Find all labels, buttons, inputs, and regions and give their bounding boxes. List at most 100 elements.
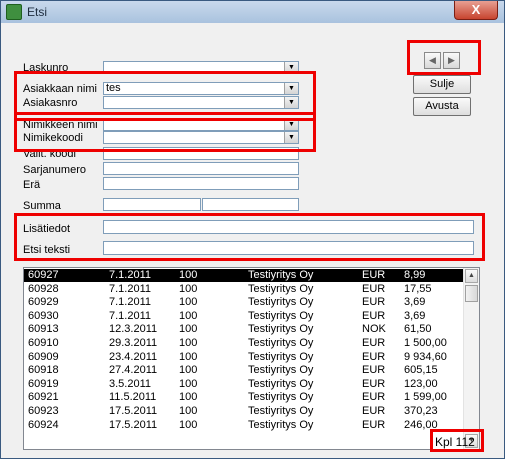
table-cell: 60928 [28,282,59,295]
table-row[interactable]: 60921 11.5.2011 100 Testiyritys Oy EUR 1 599,… [24,391,465,404]
table-cell: EUR [362,269,386,281]
results-list[interactable]: 60924 17.5.2011 100 Testiyritys Oy EUR 246,00… [23,267,480,450]
summa-from-input[interactable] [103,198,201,211]
table-cell: Testiyritys Oy [248,323,314,336]
table-row[interactable]: 60927 7.1.2011 100 Testiyritys Oy EUR 8,99 [24,269,465,282]
table-cell: 60929 [28,296,59,309]
table-cell: 17,55 [404,282,432,295]
table-cell: 23.4.2011 [109,350,158,363]
table-cell: Testiyritys Oy [248,418,314,431]
table-cell: 7.1.2011 [109,282,152,295]
table-cell: Testiyritys Oy [248,391,314,404]
table-cell: 1 599,00 [404,391,447,404]
table-cell: 100 [179,391,198,404]
table-cell: EUR [362,309,386,322]
table-cell: EUR [362,391,386,404]
table-cell: 27.4.2011 [109,364,158,377]
table-row[interactable]: 60929 7.1.2011 100 Testiyritys Oy EUR 3,69 [24,296,465,309]
table-cell: 3,69 [404,309,426,322]
table-cell: EUR [362,282,386,295]
table-cell: 11.5.2011 [109,391,157,404]
dialog-body: Laskunro ▼ Asiakkaan nimi tes ▼ Asiakasnr… [6,25,499,455]
avusta-button[interactable]: Avusta [413,97,471,116]
table-cell: EUR [362,350,386,363]
table-cell: 60930 [28,309,59,322]
table-cell: Testiyritys Oy [248,350,314,363]
table-cell: Testiyritys Oy [248,309,314,322]
table-cell: 17.5.2011 [109,405,158,417]
vertical-scrollbar[interactable]: ▲ ▼ [463,268,479,449]
era-label: Erä [23,179,41,191]
table-cell: EUR [362,405,386,417]
scroll-thumb[interactable] [465,285,478,302]
highlight-nav-buttons [407,40,481,75]
scroll-up-icon[interactable]: ▲ [465,269,478,283]
table-cell: 29.3.2011 [109,337,158,349]
table-cell: 100 [179,309,198,322]
table-row[interactable]: 60923 17.5.2011 100 Testiyritys Oy EUR 370,23 [24,405,465,418]
close-button[interactable]: X [454,1,498,20]
table-cell: 60910 [28,337,59,349]
table-cell: Testiyritys Oy [248,337,314,349]
table-row[interactable]: 60913 12.3.2011 100 Testiyritys Oy NOK 61,50 [24,323,465,336]
table-cell: 100 [179,296,198,309]
table-cell: EUR [362,377,386,390]
table-cell: 100 [179,282,198,295]
table-row[interactable]: 60930 7.1.2011 100 Testiyritys Oy EUR 3,69 [24,310,465,323]
table-cell: 60909 [28,350,59,363]
table-cell: 17.5.2011 [109,418,158,431]
app-icon [6,4,22,20]
table-cell: 100 [179,337,198,349]
table-row[interactable]: 60918 27.4.2011 100 Testiyritys Oy EUR 605,15 [24,364,465,377]
table-cell: Testiyritys Oy [248,377,314,390]
table-cell: 100 [179,405,198,417]
table-cell: 60918 [28,364,59,377]
table-row[interactable]: 60909 23.4.2011 100 Testiyritys Oy EUR 9 934,… [24,351,465,364]
table-cell: 7.1.2011 [109,269,152,281]
table-cell: 100 [179,418,198,431]
table-cell: 7.1.2011 [109,296,152,309]
table-cell: 61,50 [404,323,432,336]
table-cell: 370,23 [404,405,438,417]
table-cell: EUR [362,337,386,349]
table-cell: 60919 [28,377,59,390]
table-cell: 3,69 [404,296,426,309]
title-bar[interactable]: Etsi X [1,1,504,23]
table-cell: EUR [362,364,386,377]
table-cell: 100 [179,364,198,377]
table-cell: 9 934,60 [404,350,447,363]
table-cell: 60923 [28,405,59,417]
table-cell: EUR [362,418,386,431]
table-cell: 100 [179,323,198,336]
table-cell: 1 500,00 [404,337,447,349]
table-row[interactable]: 60928 7.1.2011 100 Testiyritys Oy EUR 17,55 [24,283,465,296]
sarjanumero-label: Sarjanumero [23,164,86,176]
table-cell: 60921 [28,391,59,404]
table-cell: 100 [179,350,198,363]
summa-to-input[interactable] [202,198,299,211]
table-cell: Testiyritys Oy [248,282,314,295]
table-cell: 605,15 [404,364,438,377]
table-cell: 123,00 [404,377,438,390]
table-cell: NOK [362,323,386,336]
table-row[interactable]: 60910 29.3.2011 100 Testiyritys Oy EUR 1 500,… [24,337,465,350]
table-row[interactable]: 60919 3.5.2011 100 Testiyritys Oy EUR 123,00 [24,378,465,391]
table-cell: Testiyritys Oy [248,269,314,281]
table-cell: EUR [362,296,386,309]
highlight-item-fields [14,112,316,152]
window-title: Etsi [27,5,48,19]
sarjanumero-input[interactable] [103,162,299,175]
search-window: Etsi X Laskunro ▼ Asiakkaan nimi tes ▼ As… [0,0,505,459]
table-cell: 12.3.2011 [109,323,158,336]
table-cell: 8,99 [404,269,426,281]
table-row[interactable]: 60924 17.5.2011 100 Testiyritys Oy EUR 246,00 [24,419,465,432]
table-cell: 100 [179,377,198,390]
table-cell: Testiyritys Oy [248,405,314,417]
table-cell: 3.5.2011 [109,377,152,390]
era-input[interactable] [103,177,299,190]
summa-label: Summa [23,200,61,212]
sulje-button[interactable]: Sulje [413,75,471,94]
highlight-text-fields [14,213,485,261]
table-cell: Testiyritys Oy [248,296,314,309]
table-cell: 100 [179,269,198,281]
